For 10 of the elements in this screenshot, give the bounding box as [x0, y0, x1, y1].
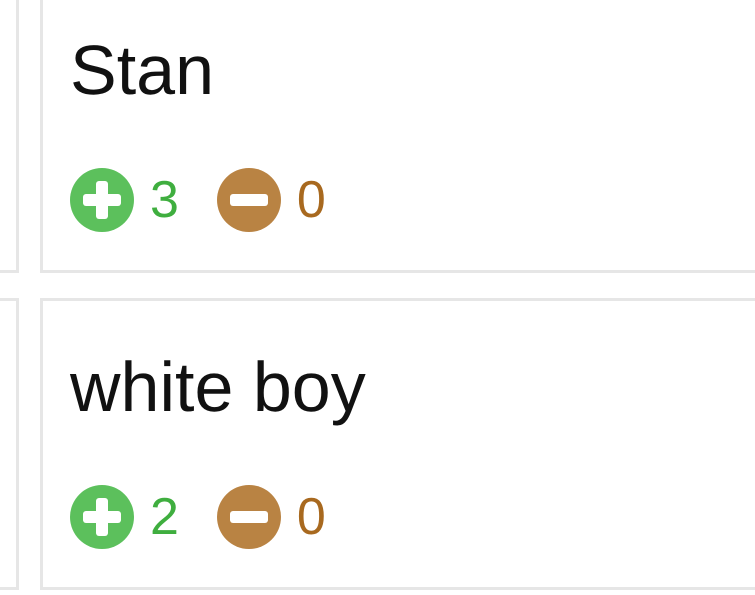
minus-circle-icon[interactable] [216, 485, 281, 549]
downvote-count: 0 [296, 487, 326, 548]
upvote-count: 2 [150, 487, 179, 548]
plus-circle-icon[interactable] [70, 168, 134, 232]
minus-circle-icon[interactable] [216, 168, 281, 232]
downvote-count: 0 [296, 170, 326, 231]
plus-circle-icon[interactable] [70, 485, 134, 549]
entry-name: white boy [70, 347, 366, 427]
upvote-count: 3 [150, 170, 179, 231]
entry-name: Stan [70, 30, 214, 110]
